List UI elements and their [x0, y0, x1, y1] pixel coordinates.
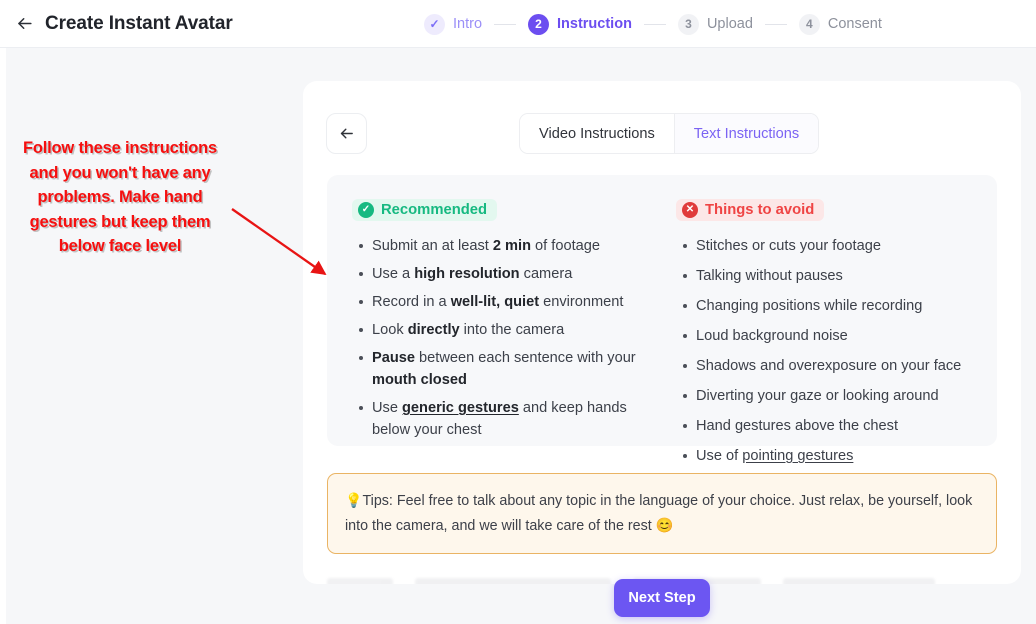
- list-item: Look directly into the camera: [359, 319, 662, 341]
- lightbulb-icon: 💡: [345, 492, 363, 508]
- top-header-bar: Create Instant Avatar ✓ Intro 2 Instruct…: [0, 0, 1036, 48]
- step-instruction[interactable]: 2 Instruction: [528, 13, 632, 35]
- recommended-badge-label: Recommended: [381, 202, 488, 218]
- step-separator: [494, 23, 517, 25]
- step-label-intro: Intro: [453, 16, 483, 32]
- tab-text-instructions[interactable]: Text Instructions: [673, 114, 819, 153]
- check-circle-icon: ✓: [358, 202, 374, 218]
- list-item: Use of pointing gestures: [683, 445, 997, 467]
- step-label-consent: Consent: [827, 16, 882, 32]
- list-item: Record in a well-lit, quiet environment: [359, 291, 662, 313]
- avoid-list: Stitches or cuts your footage Talking wi…: [676, 235, 997, 467]
- list-item: Submit an at least 2 min of footage: [359, 235, 662, 257]
- x-circle-icon: ✕: [682, 202, 698, 218]
- step-consent[interactable]: 4 Consent: [798, 13, 882, 35]
- tips-text: Tips: Feel free to talk about any topic …: [345, 493, 973, 534]
- avoid-column: ✕ Things to avoid Stitches or cuts your …: [662, 175, 997, 464]
- tips-box: 💡Tips: Feel free to talk about any topic…: [327, 473, 997, 554]
- list-item: Pause between each sentence with your mo…: [359, 347, 662, 391]
- instruction-card: Video Instructions Text Instructions ✓ R…: [303, 81, 1021, 584]
- step-badge-consent: 4: [798, 13, 820, 35]
- list-item: Stitches or cuts your footage: [683, 235, 997, 257]
- list-item: Changing positions while recording: [683, 295, 997, 317]
- list-item: Use a high resolution camera: [359, 263, 662, 285]
- recommended-badge: ✓ Recommended: [352, 199, 498, 221]
- back-arrow-icon[interactable]: [12, 12, 36, 36]
- wizard-stepper: ✓ Intro 2 Instruction 3 Upload 4 Consent: [424, 0, 882, 48]
- avoid-badge-label: Things to avoid: [705, 202, 815, 218]
- step-badge-upload: 3: [677, 13, 699, 35]
- list-item: Hand gestures above the chest: [683, 415, 997, 437]
- card-back-button[interactable]: [326, 113, 367, 154]
- instruction-tabs: Video Instructions Text Instructions: [519, 113, 820, 154]
- page-title: Create Instant Avatar: [45, 12, 233, 34]
- avoid-badge: ✕ Things to avoid: [676, 199, 825, 221]
- recommended-column: ✓ Recommended Submit an at least 2 min o…: [327, 175, 662, 446]
- red-arrow-annotation: [231, 208, 327, 276]
- step-badge-intro: ✓: [424, 13, 445, 35]
- list-item: Loud background noise: [683, 325, 997, 347]
- card-header: Video Instructions Text Instructions: [303, 81, 1021, 154]
- list-item: Diverting your gaze or looking around: [683, 385, 997, 407]
- next-step-button[interactable]: Next Step: [614, 579, 710, 617]
- recommended-list: Submit an at least 2 min of footage Use …: [352, 235, 662, 441]
- annotation-text: Follow these instructions and you won't …: [23, 139, 217, 255]
- list-item: Use generic gestures and keep hands belo…: [359, 397, 662, 441]
- list-item: Shadows and overexposure on your face: [683, 355, 997, 377]
- step-separator: [643, 23, 666, 25]
- list-item: Talking without pauses: [683, 265, 997, 287]
- step-separator: [764, 23, 787, 25]
- instructions-panel: ✓ Recommended Submit an at least 2 min o…: [327, 175, 997, 464]
- step-upload[interactable]: 3 Upload: [677, 13, 753, 35]
- step-label-upload: Upload: [706, 16, 753, 32]
- step-badge-instruction: 2: [528, 13, 550, 35]
- tab-video-instructions[interactable]: Video Instructions: [520, 114, 674, 153]
- step-intro[interactable]: ✓ Intro: [424, 13, 483, 35]
- left-edge-rail: [0, 48, 6, 624]
- step-label-instruction: Instruction: [557, 16, 632, 32]
